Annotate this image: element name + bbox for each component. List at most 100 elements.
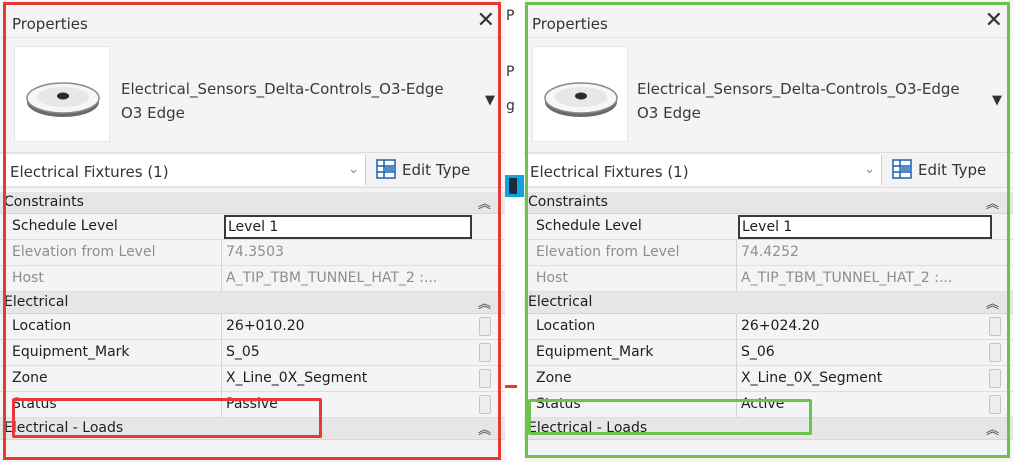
- edit-type-button[interactable]: Edit Type: [890, 155, 1006, 185]
- property-value: Level 1: [742, 219, 793, 235]
- section-electrical[interactable]: Electrical ︽: [524, 292, 1013, 314]
- edit-type-icon: [376, 159, 396, 179]
- section-label: Electrical: [528, 294, 593, 310]
- value-edit-button[interactable]: [479, 395, 491, 414]
- property-value: X_Line_0X_Segment: [226, 370, 368, 386]
- double-chevron-up-icon[interactable]: ︽: [478, 193, 491, 212]
- section-label: Constraints: [528, 194, 608, 210]
- property-row-schedule-level: Schedule Level Level 1: [524, 214, 1013, 240]
- close-icon[interactable]: ✕: [477, 10, 495, 32]
- column-divider: [736, 240, 737, 265]
- background-text-fragment: P: [506, 64, 515, 80]
- category-selector[interactable]: Electrical Fixtures (1) ⌄: [0, 155, 366, 185]
- property-grid: Constraints ︽ Schedule Level Level 1 Ele…: [524, 192, 1013, 440]
- double-chevron-up-icon[interactable]: ︽: [478, 293, 491, 312]
- property-value: A_TIP_TBM_TUNNEL_HAT_2 :...: [226, 270, 438, 286]
- close-icon[interactable]: ✕: [985, 10, 1003, 32]
- property-row-host: Host A_TIP_TBM_TUNNEL_HAT_2 :...: [0, 266, 505, 292]
- property-label: Elevation from Level: [536, 244, 680, 260]
- section-constraints[interactable]: Constraints ︽: [0, 192, 505, 214]
- type-name: Electrical_Sensors_Delta-Controls_O3-Edg…: [121, 77, 444, 125]
- column-divider: [736, 392, 737, 417]
- property-value: 26+024.20: [741, 318, 820, 334]
- value-edit-button[interactable]: [989, 343, 1001, 362]
- column-divider: [736, 266, 737, 291]
- value-edit-button[interactable]: [989, 369, 1001, 388]
- value-edit-button[interactable]: [989, 395, 1001, 414]
- value-edit-button[interactable]: [479, 317, 491, 336]
- property-row-location[interactable]: Location 26+024.20: [524, 314, 1013, 340]
- section-electrical[interactable]: Electrical ︽: [0, 292, 505, 314]
- property-value: Level 1: [228, 219, 279, 235]
- property-row-zone[interactable]: Zone X_Line_0X_Segment: [0, 366, 505, 392]
- chevron-down-icon[interactable]: ▼: [485, 93, 495, 108]
- edit-type-label: Edit Type: [402, 161, 471, 179]
- property-row-status[interactable]: Status Passive: [0, 392, 505, 418]
- property-value: S_05: [226, 344, 260, 360]
- category-label: Electrical Fixtures (1): [10, 163, 169, 181]
- double-chevron-up-icon[interactable]: ︽: [986, 193, 999, 212]
- type-selector[interactable]: Electrical_Sensors_Delta-Controls_O3-Edg…: [0, 38, 505, 146]
- property-grid: Constraints ︽ Schedule Level Level 1 Ele…: [0, 192, 505, 440]
- chevron-down-icon[interactable]: ⌄: [348, 162, 359, 177]
- property-label: Equipment_Mark: [536, 344, 654, 360]
- column-divider: [736, 366, 737, 391]
- background-window-fragment: P P g: [505, 0, 524, 462]
- property-row-equipment-mark[interactable]: Equipment_Mark S_05: [0, 340, 505, 366]
- category-selector[interactable]: Electrical Fixtures (1) ⌄: [524, 155, 882, 185]
- property-row-elevation: Elevation from Level 74.3503: [0, 240, 505, 266]
- schedule-level-input[interactable]: Level 1: [738, 215, 992, 239]
- column-divider: [221, 266, 222, 291]
- section-electrical-loads[interactable]: Electrical - Loads ︽: [524, 418, 1013, 440]
- property-label: Elevation from Level: [12, 244, 156, 260]
- type-subname: O3 Edge: [121, 104, 185, 122]
- property-label: Zone: [536, 370, 572, 386]
- column-divider: [221, 340, 222, 365]
- section-electrical-loads[interactable]: Electrical - Loads ︽: [0, 418, 505, 440]
- property-value: X_Line_0X_Segment: [741, 370, 883, 386]
- property-row-zone[interactable]: Zone X_Line_0X_Segment: [524, 366, 1013, 392]
- double-chevron-up-icon[interactable]: ︽: [478, 419, 491, 438]
- property-label: Equipment_Mark: [12, 344, 130, 360]
- section-constraints[interactable]: Constraints ︽: [524, 192, 1013, 214]
- panel-title: Properties: [532, 15, 608, 33]
- column-divider: [221, 240, 222, 265]
- property-label: Status: [536, 396, 581, 412]
- property-label: Host: [12, 270, 44, 286]
- type-selector[interactable]: Electrical_Sensors_Delta-Controls_O3-Edg…: [524, 38, 1013, 146]
- category-row: Electrical Fixtures (1) ⌄ Edit Type: [524, 152, 1013, 188]
- property-value: 74.4252: [741, 244, 799, 260]
- edit-type-button[interactable]: Edit Type: [374, 155, 490, 185]
- property-label: Location: [536, 318, 596, 334]
- panel-title-bar: Properties ✕: [524, 0, 1013, 38]
- background-text-fragment: P: [506, 8, 515, 24]
- property-row-schedule-level: Schedule Level Level 1: [0, 214, 505, 240]
- schedule-level-input[interactable]: Level 1: [224, 215, 472, 239]
- background-red-line: [505, 385, 517, 388]
- property-row-equipment-mark[interactable]: Equipment_Mark S_06: [524, 340, 1013, 366]
- property-row-host: Host A_TIP_TBM_TUNNEL_HAT_2 :...: [524, 266, 1013, 292]
- property-value: 26+010.20: [226, 318, 305, 334]
- double-chevron-up-icon[interactable]: ︽: [986, 419, 999, 438]
- value-edit-button[interactable]: [479, 343, 491, 362]
- property-value: S_06: [741, 344, 775, 360]
- sensor-thumbnail-icon: [14, 46, 110, 142]
- type-family-name: Electrical_Sensors_Delta-Controls_O3-Edg…: [637, 80, 960, 98]
- value-edit-button[interactable]: [479, 369, 491, 388]
- property-label: Location: [12, 318, 72, 334]
- background-dark-strip: [509, 178, 517, 194]
- chevron-down-icon[interactable]: ▼: [992, 93, 1002, 108]
- property-value: 74.3503: [226, 244, 284, 260]
- property-row-location[interactable]: Location 26+010.20: [0, 314, 505, 340]
- section-label: Electrical: [4, 294, 69, 310]
- section-label: Constraints: [4, 194, 84, 210]
- property-value: A_TIP_TBM_TUNNEL_HAT_2 :...: [741, 270, 953, 286]
- value-edit-button[interactable]: [989, 317, 1001, 336]
- double-chevron-up-icon[interactable]: ︽: [986, 293, 999, 312]
- sensor-thumbnail-icon: [532, 46, 628, 142]
- edit-type-icon: [892, 159, 912, 179]
- category-row: Electrical Fixtures (1) ⌄ Edit Type: [0, 152, 505, 188]
- section-label: Electrical - Loads: [528, 420, 648, 436]
- chevron-down-icon[interactable]: ⌄: [864, 162, 875, 177]
- property-row-status[interactable]: Status Active: [524, 392, 1013, 418]
